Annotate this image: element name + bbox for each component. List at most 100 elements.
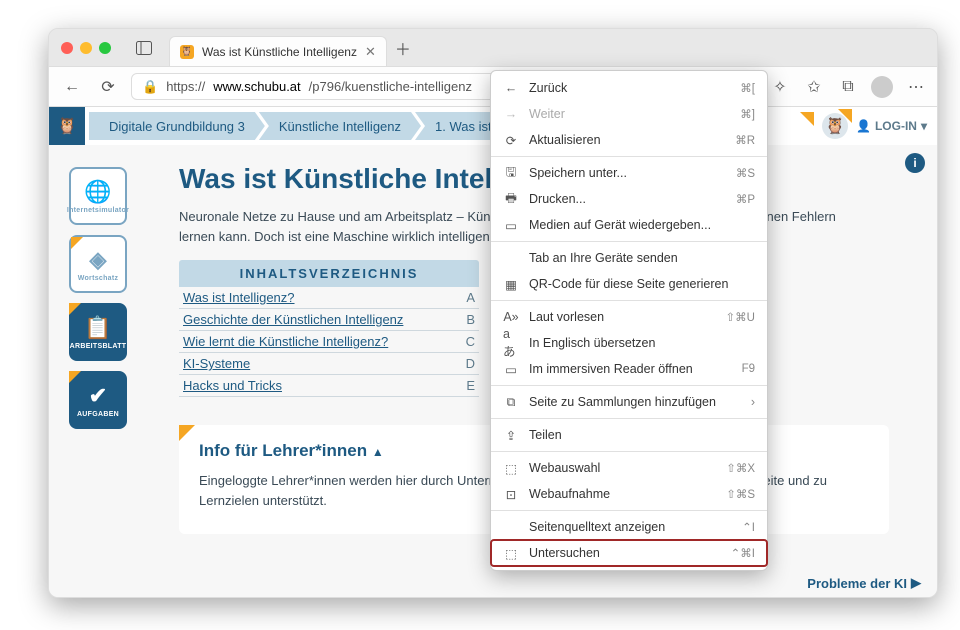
reload-icon: ⟳ — [503, 133, 519, 148]
toc-item: Hacks und TricksE — [179, 375, 479, 397]
badge-icon — [69, 303, 81, 315]
toolbar: ✧ ✩ ⧉ ⋯ — [769, 76, 927, 98]
ctx-translate[interactable]: aあIn Englisch übersetzen — [491, 330, 767, 356]
url-prefix: https:// — [166, 79, 205, 94]
breadcrumb-item[interactable]: Künstliche Intelligenz — [259, 112, 421, 140]
tool-internet-simulator[interactable]: 🌐 Internetsimulator — [69, 167, 127, 225]
ctx-immersive[interactable]: ▭Im immersiven Reader öffnenF9 — [491, 356, 767, 382]
ctx-share[interactable]: ⇪Teilen — [491, 422, 767, 448]
side-tools: 🌐 Internetsimulator ◈ Wortschatz 📋 ARBEI… — [69, 167, 127, 429]
sidebar-toggle-icon[interactable] — [133, 37, 155, 59]
separator — [491, 241, 767, 242]
ctx-collections[interactable]: ⧉Seite zu Sammlungen hinzufügen — [491, 389, 767, 415]
qr-icon: ▦ — [503, 277, 519, 292]
ctx-reload[interactable]: ⟳Aktualisieren⌘R — [491, 127, 767, 153]
toc-link[interactable]: Hacks und Tricks — [183, 378, 282, 393]
toc-item: Wie lernt die Künstliche Intelligenz?C — [179, 331, 479, 353]
toc-item: Was ist Intelligenz?A — [179, 287, 479, 309]
ctx-read-aloud[interactable]: A»Laut vorlesen⇧⌘U — [491, 304, 767, 330]
login-button[interactable]: 👤 LOG-IN ▾ — [856, 119, 927, 133]
new-tab-button[interactable]: ＋ — [395, 36, 411, 60]
minimize-window-button[interactable] — [80, 42, 92, 54]
context-menu: ←Zurück⌘[ →Weiter⌘] ⟳Aktualisieren⌘R 🖫Sp… — [490, 70, 768, 571]
save-icon: 🖫 — [503, 163, 519, 184]
next-page-link[interactable]: Probleme der KI ▶ — [807, 575, 921, 591]
toc-link[interactable]: Wie lernt die Künstliche Intelligenz? — [183, 334, 388, 349]
ctx-inspect[interactable]: ⬚Untersuchen⌃⌘I — [491, 540, 767, 566]
toc-item: KI-SystemeD — [179, 353, 479, 375]
close-window-button[interactable] — [61, 42, 73, 54]
badge-icon — [800, 112, 814, 126]
badge-icon — [69, 371, 81, 383]
login-area: 🦉 👤 LOG-IN ▾ — [786, 112, 937, 140]
separator — [491, 156, 767, 157]
translate-icon: aあ — [503, 327, 519, 360]
ctx-qr[interactable]: ▦QR-Code für diese Seite generieren — [491, 271, 767, 297]
separator — [491, 418, 767, 419]
inspect-icon: ⬚ — [503, 546, 519, 561]
traffic-lights — [61, 42, 111, 54]
ctx-web-select[interactable]: ⬚Webauswahl⇧⌘X — [491, 455, 767, 481]
ctx-cast[interactable]: ▭Medien auf Gerät wiedergeben... — [491, 212, 767, 238]
back-button[interactable]: ← — [59, 74, 85, 100]
chevron-right-icon: ▶ — [911, 575, 921, 591]
toc-header: INHALTSVERZEICHNIS — [179, 260, 479, 287]
ctx-save-as[interactable]: 🖫Speichern unter...⌘S — [491, 160, 767, 186]
toc-link[interactable]: KI-Systeme — [183, 356, 250, 371]
owl-avatar-icon[interactable]: 🦉 — [822, 113, 848, 139]
breadcrumb-item[interactable]: Digitale Grundbildung 3 — [89, 112, 265, 140]
ctx-web-capture[interactable]: ⊡Webaufnahme⇧⌘S — [491, 481, 767, 507]
share-icon: ⇪ — [503, 428, 519, 443]
ctx-view-source[interactable]: Seitenquelltext anzeigen⌃I — [491, 514, 767, 540]
separator — [491, 510, 767, 511]
table-of-contents: INHALTSVERZEICHNIS Was ist Intelligenz?A… — [179, 260, 479, 397]
badge-icon — [838, 109, 852, 123]
person-icon: 👤 — [856, 119, 871, 133]
arrow-left-icon: ← — [503, 81, 519, 95]
toc-link[interactable]: Was ist Intelligenz? — [183, 290, 295, 305]
titlebar: 🦉 Was ist Künstliche Intelligenz ✕ ＋ — [49, 29, 937, 67]
ctx-back[interactable]: ←Zurück⌘[ — [491, 75, 767, 101]
separator — [491, 385, 767, 386]
favorites-icon[interactable]: ✩ — [803, 76, 825, 98]
speaker-icon: A» — [503, 310, 519, 324]
ctx-forward: →Weiter⌘] — [491, 101, 767, 127]
ctx-print[interactable]: 🖶Drucken...⌘P — [491, 186, 767, 212]
more-icon[interactable]: ⋯ — [905, 76, 927, 98]
tool-aufgaben[interactable]: ✔ AUFGABEN — [69, 371, 127, 429]
toc-link[interactable]: Geschichte der Künstlichen Intelligenz — [183, 312, 403, 327]
caret-up-icon: ▲ — [372, 445, 384, 459]
separator — [491, 451, 767, 452]
diamond-icon: ◈ — [90, 247, 107, 273]
collections-icon: ⧉ — [503, 395, 519, 410]
arrow-right-icon: → — [503, 107, 519, 121]
globe-icon: 🌐 — [84, 179, 111, 205]
separator — [491, 300, 767, 301]
tool-arbeitsblatt[interactable]: 📋 ARBEITSBLATT — [69, 303, 127, 361]
annotation-arrow-icon — [427, 597, 527, 598]
extensions-icon[interactable]: ✧ — [769, 76, 791, 98]
tool-wortschatz[interactable]: ◈ Wortschatz — [69, 235, 127, 293]
browser-tab[interactable]: 🦉 Was ist Künstliche Intelligenz ✕ — [169, 36, 387, 66]
url-path: /p796/kuenstliche-intelligenz — [309, 79, 472, 94]
chevron-down-icon: ▾ — [921, 119, 927, 133]
badge-icon — [179, 425, 195, 441]
favicon-icon: 🦉 — [180, 45, 194, 59]
badge-icon — [71, 237, 83, 249]
lock-icon: 🔒 — [142, 79, 158, 95]
tab-title: Was ist Künstliche Intelligenz — [202, 45, 357, 59]
print-icon: 🖶 — [503, 189, 519, 210]
ctx-send-tab[interactable]: Tab an Ihre Geräte senden — [491, 245, 767, 271]
close-tab-icon[interactable]: ✕ — [365, 44, 376, 60]
toc-item: Geschichte der Künstlichen IntelligenzB — [179, 309, 479, 331]
reload-button[interactable]: ⟳ — [95, 74, 121, 100]
capture-icon: ⊡ — [503, 487, 519, 502]
collections-icon[interactable]: ⧉ — [837, 76, 859, 98]
maximize-window-button[interactable] — [99, 42, 111, 54]
cast-icon: ▭ — [503, 218, 519, 233]
profile-avatar[interactable] — [871, 76, 893, 98]
url-domain: www.schubu.at — [213, 79, 300, 94]
select-icon: ⬚ — [503, 461, 519, 476]
site-logo[interactable]: 🦉 — [49, 107, 85, 145]
check-icon: ✔ — [89, 383, 107, 409]
